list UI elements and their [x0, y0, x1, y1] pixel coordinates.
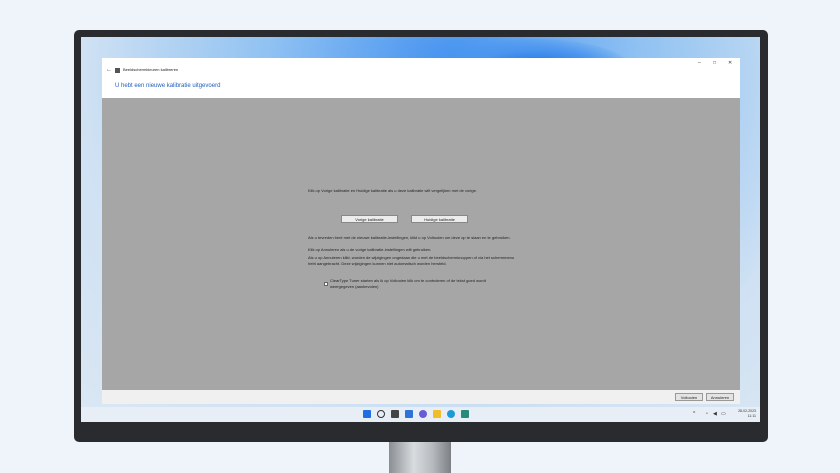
- widgets-icon[interactable]: [405, 410, 413, 418]
- volume-icon[interactable]: ◀: [713, 411, 717, 417]
- chat-icon[interactable]: [419, 410, 427, 418]
- search-icon[interactable]: [377, 410, 385, 418]
- page-title: U hebt een nieuwe kalibratie uitgevoerd: [115, 83, 221, 89]
- cancel-button[interactable]: Annuleren: [706, 393, 734, 401]
- titlebar: ← Beeldschermkleuren kalibreren – □ ✕: [102, 58, 740, 76]
- maximize-button[interactable]: □: [713, 60, 716, 66]
- instruction-text: Klik op Vorige kalibratie en Huidige kal…: [308, 188, 477, 193]
- cleartype-checkbox[interactable]: [324, 282, 328, 286]
- clock-time: 11:11: [747, 414, 756, 418]
- taskbar-clock[interactable]: 28-02-2023 11:11: [738, 409, 756, 419]
- content-area: Klik op Vorige kalibratie en Huidige kal…: [102, 98, 740, 390]
- app-icon: [115, 68, 120, 73]
- cancel-warning-text: Als u op Annuleren klikt, worden de wijz…: [308, 255, 515, 266]
- battery-icon[interactable]: ▭: [721, 411, 726, 417]
- screen: ← Beeldschermkleuren kalibreren – □ ✕ U …: [81, 37, 760, 422]
- cleartype-label: ClearType Tuner starten als ik op Voltoo…: [330, 278, 486, 289]
- window-title: Beeldschermkleuren kalibreren: [123, 67, 179, 72]
- start-icon[interactable]: [363, 410, 371, 418]
- edge-icon[interactable]: [447, 410, 455, 418]
- back-arrow-icon[interactable]: ←: [106, 67, 112, 73]
- calibration-window: ← Beeldschermkleuren kalibreren – □ ✕ U …: [102, 58, 740, 404]
- satisfied-text: Als u tevreden bent met de nieuwe kalibr…: [308, 235, 511, 240]
- wifi-icon[interactable]: ◔: [705, 411, 708, 417]
- file-explorer-icon[interactable]: [433, 410, 441, 418]
- store-icon[interactable]: [461, 410, 469, 418]
- minimize-button[interactable]: –: [698, 60, 701, 66]
- cancel-info-text: Klik op Annuleren als u de vorige kalibr…: [308, 247, 432, 252]
- footer: Voltooien Annuleren: [102, 390, 740, 404]
- taskbar: ^ ◔ ◀ ▭ 28-02-2023 11:11: [81, 407, 760, 422]
- tray-chevron-icon[interactable]: ^: [693, 411, 695, 417]
- task-view-icon[interactable]: [391, 410, 399, 418]
- current-calibration-button[interactable]: Huidige kalibratie: [411, 215, 468, 223]
- close-button[interactable]: ✕: [728, 60, 732, 66]
- previous-calibration-button[interactable]: Vorige kalibratie: [341, 215, 398, 223]
- finish-button[interactable]: Voltooien: [675, 393, 703, 401]
- monitor-stand: [389, 442, 451, 473]
